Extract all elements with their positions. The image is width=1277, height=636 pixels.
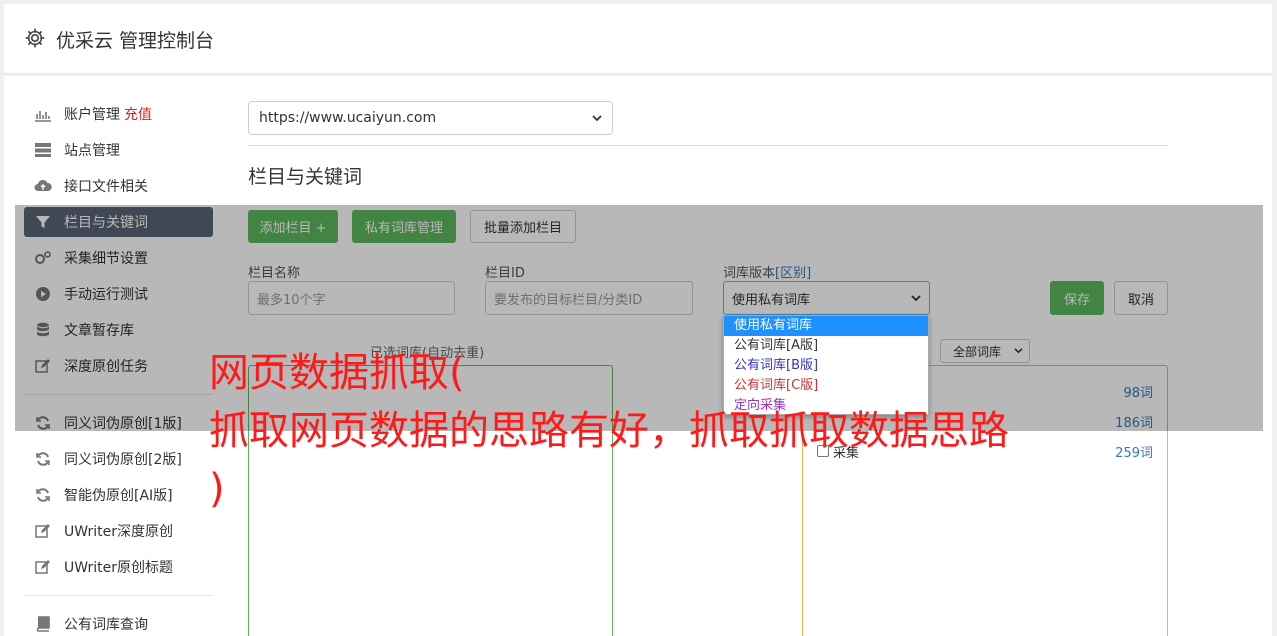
- sidebar-item-label: UWriter原创标题: [64, 560, 173, 576]
- sidebar-item-sites[interactable]: 站点管理: [24, 135, 213, 165]
- gear-icon: [25, 28, 45, 48]
- chevron-down-icon: [592, 114, 602, 121]
- app-title: 优采云 管理控制台: [56, 30, 215, 52]
- sidebar-item-label: UWriter深度原创: [64, 524, 173, 540]
- sidebar-item-label: 站点管理: [64, 143, 120, 159]
- site-select-value: https://www.ucaiyun.com: [259, 110, 437, 126]
- overlay-banner-text: 网页数据抓取( 抓取网页数据的思路有好，抓取抓取数据思路 ): [209, 344, 1009, 518]
- dropdown-option[interactable]: 使用私有词库: [724, 316, 928, 336]
- refresh-icon: [36, 488, 50, 502]
- sidebar-item-interface[interactable]: 接口文件相关: [24, 171, 213, 201]
- sidebar-item-label: 同义词伪原创[2版]: [64, 452, 182, 468]
- server-icon: [35, 143, 51, 157]
- sidebar-item-label: 账户管理: [64, 107, 120, 123]
- sidebar-item-account[interactable]: 账户管理 充值: [24, 99, 213, 129]
- sidebar-item-label: 智能伪原创[AI版]: [64, 488, 173, 504]
- lib-row-count: 259词: [1115, 445, 1153, 461]
- site-select[interactable]: https://www.ucaiyun.com: [248, 101, 613, 135]
- banner-line: 抓取网页数据的思路有好，抓取抓取数据思路: [209, 408, 1009, 454]
- refresh-icon: [36, 452, 50, 466]
- sidebar-item-synonym-2[interactable]: 同义词伪原创[2版]: [24, 444, 213, 474]
- sidebar-item-label: 公有词库查询: [64, 617, 148, 633]
- sidebar-item-public-lib[interactable]: 公有词库查询: [24, 609, 213, 636]
- sidebar-divider: [24, 595, 213, 596]
- section-title: 栏目与关键词: [248, 166, 363, 188]
- recharge-link[interactable]: 充值: [124, 104, 152, 124]
- bar-chart-icon: [35, 111, 51, 122]
- divider: [248, 145, 1168, 146]
- banner-line: ): [209, 466, 225, 512]
- cloud-upload-icon: [34, 179, 52, 191]
- sidebar-item-ai-original[interactable]: 智能伪原创[AI版]: [24, 480, 213, 510]
- sidebar-item-uwriter-deep[interactable]: UWriter深度原创: [24, 516, 213, 546]
- edit-icon: [35, 560, 50, 574]
- sidebar-item-label: 接口文件相关: [64, 179, 148, 195]
- book-icon: [36, 616, 50, 632]
- sidebar-item-uwriter-title[interactable]: UWriter原创标题: [24, 552, 213, 582]
- banner-line: 网页数据抓取(: [209, 350, 465, 396]
- top-bar: 优采云 管理控制台: [4, 4, 1272, 74]
- edit-icon: [35, 524, 50, 538]
